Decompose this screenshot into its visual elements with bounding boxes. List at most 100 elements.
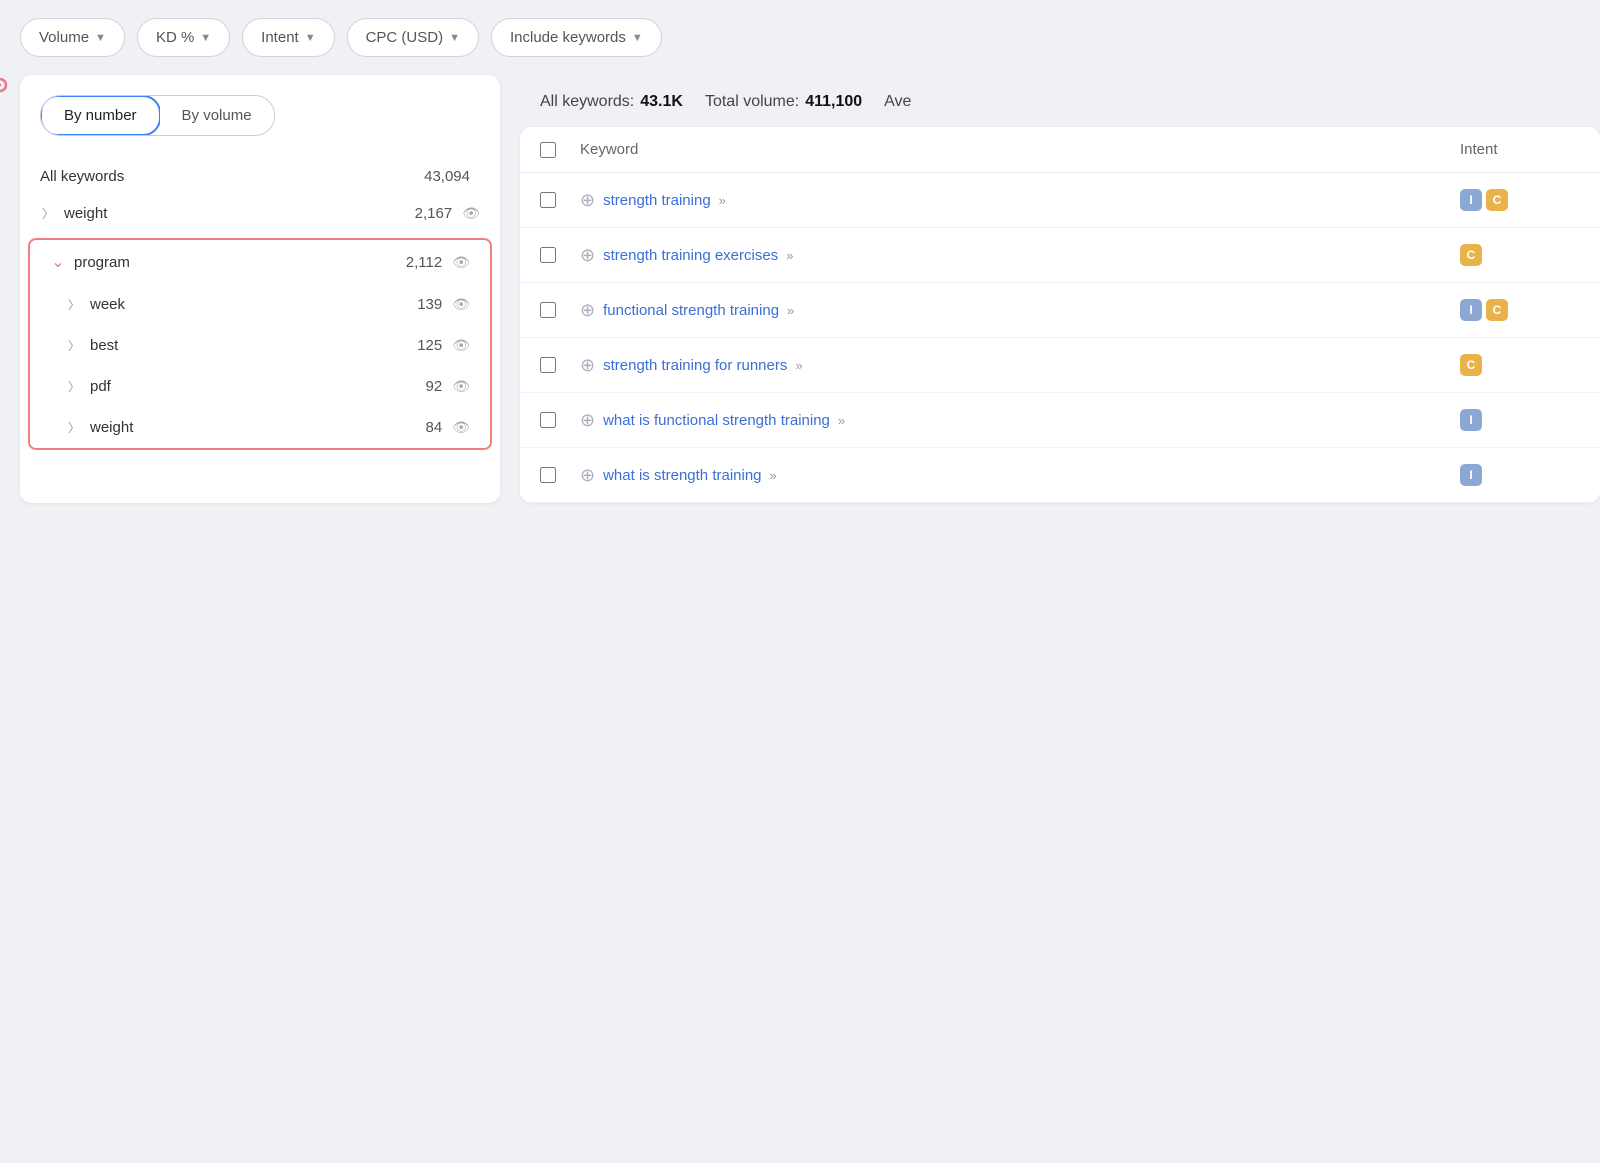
- cpc-label: CPC (USD): [366, 29, 444, 46]
- expand-icon[interactable]: 〉: [66, 296, 82, 313]
- intent-cell: C: [1460, 354, 1580, 376]
- table-header: Keyword Intent: [520, 127, 1600, 173]
- intent-badge-i: I: [1460, 189, 1482, 211]
- row-checkbox[interactable]: [540, 192, 556, 208]
- keywords-table: Keyword Intent ⊕ strength training » I: [520, 127, 1600, 503]
- sidebar-item-weight-top[interactable]: 〉 weight 2,167 👁: [20, 193, 500, 234]
- keyword-label: pdf: [90, 378, 392, 395]
- add-keyword-icon[interactable]: ⊕: [580, 410, 595, 431]
- intent-label: Intent: [261, 29, 299, 46]
- sidebar-item-best[interactable]: 〉 best 125 👁: [30, 325, 490, 366]
- sidebar-item-weight-sub[interactable]: 〉 weight 84 👁: [30, 407, 490, 448]
- intent-cell: I C: [1460, 299, 1580, 321]
- keyword-link[interactable]: strength training for runners: [603, 357, 787, 374]
- all-keywords-label: All keywords: [40, 168, 420, 185]
- by-volume-toggle[interactable]: By volume: [160, 96, 274, 135]
- chevron-down-icon[interactable]: ⌄: [50, 252, 66, 272]
- eye-icon[interactable]: 👁: [452, 254, 470, 271]
- eye-icon[interactable]: 👁: [452, 337, 470, 354]
- add-keyword-icon[interactable]: ⊕: [580, 245, 595, 266]
- keyword-link[interactable]: strength training exercises: [603, 247, 778, 264]
- row-checkbox[interactable]: [540, 302, 556, 318]
- keyword-cell: ⊕ functional strength training »: [580, 300, 1460, 321]
- by-number-toggle[interactable]: By number: [40, 95, 161, 136]
- keyword-count: 2,167: [402, 205, 452, 222]
- kd-filter-button[interactable]: KD % ▼: [137, 18, 230, 57]
- keyword-cell: ⊕ strength training »: [580, 190, 1460, 211]
- expand-icon[interactable]: 〉: [66, 337, 82, 354]
- row-checkbox[interactable]: [540, 412, 556, 428]
- sidebar-wrapper: By number By volume All keywords 43,094 …: [0, 75, 500, 503]
- expand-icon[interactable]: 〉: [40, 205, 56, 222]
- volume-filter-button[interactable]: Volume ▼: [20, 18, 125, 57]
- chevron-double-icon: »: [786, 248, 793, 263]
- chevron-down-icon: ▼: [305, 32, 316, 44]
- row-checkbox-col: [540, 357, 580, 373]
- include-keywords-filter-button[interactable]: Include keywords ▼: [491, 18, 662, 57]
- eye-icon[interactable]: 👁: [452, 419, 470, 436]
- add-keyword-icon[interactable]: ⊕: [580, 190, 595, 211]
- intent-badge-i: I: [1460, 409, 1482, 431]
- keyword-link[interactable]: strength training: [603, 192, 711, 209]
- table-row: ⊕ functional strength training » I C: [520, 283, 1600, 338]
- header-checkbox-col: [540, 142, 580, 158]
- chevron-down-icon: ▼: [632, 32, 643, 44]
- keyword-label: program: [74, 254, 392, 271]
- include-keywords-label: Include keywords: [510, 29, 626, 46]
- all-keywords-row: All keywords 43,094: [20, 156, 500, 193]
- sidebar-item-pdf[interactable]: 〉 pdf 92 👁: [30, 366, 490, 407]
- all-keywords-count: 43,094: [420, 168, 470, 185]
- keyword-cell: ⊕ strength training exercises »: [580, 245, 1460, 266]
- chevron-down-icon: ▼: [449, 32, 460, 44]
- keyword-label: best: [90, 337, 392, 354]
- chevron-down-icon: ▼: [200, 32, 211, 44]
- intent-cell: I: [1460, 409, 1580, 431]
- intent-badge-c: C: [1486, 189, 1508, 211]
- keyword-cell: ⊕ what is strength training »: [580, 465, 1460, 486]
- add-keyword-icon[interactable]: ⊕: [580, 465, 595, 486]
- intent-badge-c: C: [1460, 244, 1482, 266]
- eye-icon[interactable]: 👁: [452, 296, 470, 313]
- chevron-double-icon: »: [795, 358, 802, 373]
- intent-badge-i: I: [1460, 299, 1482, 321]
- keyword-column-header: Keyword: [580, 141, 1460, 158]
- add-keyword-icon[interactable]: ⊕: [580, 300, 595, 321]
- sidebar-item-program[interactable]: ⌄ program 2,112 👁: [30, 240, 490, 284]
- row-checkbox[interactable]: [540, 357, 556, 373]
- keyword-count: 2,112: [392, 254, 442, 271]
- expand-icon[interactable]: 〉: [66, 419, 82, 436]
- row-checkbox-col: [540, 412, 580, 428]
- all-keywords-stat-label: All keywords:: [540, 93, 634, 111]
- intent-filter-button[interactable]: Intent ▼: [242, 18, 334, 57]
- keyword-link[interactable]: functional strength training: [603, 302, 779, 319]
- keyword-count: 139: [392, 296, 442, 313]
- row-checkbox[interactable]: [540, 247, 556, 263]
- eye-icon[interactable]: 👁: [462, 205, 480, 222]
- intent-badge-c: C: [1460, 354, 1482, 376]
- view-toggle-group: By number By volume: [40, 95, 275, 136]
- content-area: All keywords: 43.1K Total volume: 411,10…: [520, 75, 1600, 503]
- intent-column-header: Intent: [1460, 141, 1580, 158]
- table-row: ⊕ strength training for runners » C: [520, 338, 1600, 393]
- cpc-filter-button[interactable]: CPC (USD) ▼: [347, 18, 479, 57]
- keyword-cell: ⊕ what is functional strength training »: [580, 410, 1460, 431]
- intent-cell: C: [1460, 244, 1580, 266]
- sidebar-panel: By number By volume All keywords 43,094 …: [20, 75, 500, 503]
- row-checkbox-col: [540, 247, 580, 263]
- chevron-double-icon: »: [770, 468, 777, 483]
- row-checkbox[interactable]: [540, 467, 556, 483]
- select-all-checkbox[interactable]: [540, 142, 556, 158]
- add-keyword-icon[interactable]: ⊕: [580, 355, 595, 376]
- chevron-double-icon: »: [719, 193, 726, 208]
- keyword-link[interactable]: what is functional strength training: [603, 412, 830, 429]
- table-row: ⊕ strength training » I C: [520, 173, 1600, 228]
- row-checkbox-col: [540, 192, 580, 208]
- keyword-count: 92: [392, 378, 442, 395]
- intent-cell: I C: [1460, 189, 1580, 211]
- stats-bar: All keywords: 43.1K Total volume: 411,10…: [520, 75, 1600, 127]
- keyword-label: weight: [64, 205, 402, 222]
- sidebar-item-week[interactable]: 〉 week 139 👁: [30, 284, 490, 325]
- eye-icon[interactable]: 👁: [452, 378, 470, 395]
- expand-icon[interactable]: 〉: [66, 378, 82, 395]
- keyword-link[interactable]: what is strength training: [603, 467, 761, 484]
